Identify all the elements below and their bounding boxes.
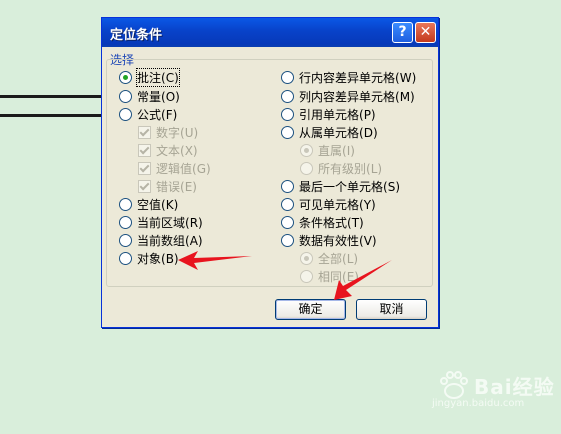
option-constants[interactable]: 常量(O)	[119, 88, 180, 104]
option-dependents[interactable]: 从属单元格(D)	[281, 124, 378, 140]
option-objects[interactable]: 对象(B)	[119, 250, 179, 266]
radio-all-levels[interactable]	[300, 161, 313, 175]
option-constants-label: 常量(O)	[137, 89, 180, 104]
option-last-cell[interactable]: 最后一个单元格(S)	[281, 178, 400, 194]
option-all-levels-label: 所有级别(L)	[318, 161, 383, 176]
arrow-to-objects-icon	[178, 251, 252, 270]
checkbox-text[interactable]: 文本(X)	[138, 142, 198, 158]
close-icon[interactable]: ✕	[415, 22, 436, 43]
title-bar[interactable]: 定位条件 ? ✕	[102, 18, 438, 47]
checkbox-text-box[interactable]	[138, 143, 151, 157]
radio-direct-only[interactable]	[300, 143, 313, 157]
radio-current-array[interactable]	[119, 233, 132, 247]
option-row-differences-label: 行内容差异单元格(W)	[299, 70, 417, 85]
option-current-array-label: 当前数组(A)	[137, 233, 203, 248]
watermark-text: Bai经验	[474, 375, 555, 399]
option-precedents[interactable]: 引用单元格(P)	[281, 106, 376, 122]
option-comments-label: 批注(C)	[136, 67, 180, 87]
option-blanks[interactable]: 空值(K)	[119, 196, 178, 212]
radio-conditional-formats[interactable]	[281, 215, 294, 229]
checkbox-errors-box[interactable]	[138, 179, 151, 193]
dialog-title: 定位条件	[110, 28, 163, 43]
radio-precedents[interactable]	[281, 107, 294, 121]
arrow-to-ok-shape	[334, 260, 392, 300]
option-direct-only[interactable]: 直属(I)	[300, 142, 355, 158]
option-current-array[interactable]: 当前数组(A)	[119, 232, 203, 248]
checkbox-numbers[interactable]: 数字(U)	[138, 124, 198, 140]
radio-dependents[interactable]	[281, 125, 294, 139]
radio-formulas[interactable]	[119, 107, 132, 121]
baidu-paw-icon	[440, 371, 468, 399]
option-row-differences[interactable]: 行内容差异单元格(W)	[281, 69, 416, 85]
radio-current-region[interactable]	[119, 215, 132, 229]
option-precedents-label: 引用单元格(P)	[299, 107, 376, 122]
option-all-levels[interactable]: 所有级别(L)	[300, 160, 382, 176]
option-formulas[interactable]: 公式(F)	[119, 106, 177, 122]
option-formulas-label: 公式(F)	[137, 107, 178, 122]
option-direct-only-label: 直属(I)	[318, 143, 355, 158]
radio-objects[interactable]	[119, 251, 132, 265]
radio-validation-same[interactable]	[300, 269, 313, 283]
checkbox-errors-label: 错误(E)	[156, 179, 197, 194]
help-icon[interactable]: ?	[392, 22, 413, 43]
checkbox-errors[interactable]: 错误(E)	[138, 178, 197, 194]
radio-constants[interactable]	[119, 89, 132, 103]
option-current-region-label: 当前区域(R)	[137, 215, 203, 230]
option-data-validation-label: 数据有效性(V)	[299, 233, 377, 248]
radio-validation-all[interactable]	[300, 251, 313, 265]
checkbox-logicals-label: 逻辑值(G)	[156, 161, 211, 176]
watermark-url: jingyan.baidu.com	[432, 398, 525, 409]
checkbox-numbers-box[interactable]	[138, 125, 151, 139]
checkbox-text-label: 文本(X)	[156, 143, 198, 158]
option-comments[interactable]: 批注(C)	[119, 67, 180, 87]
background-line-top	[0, 95, 104, 98]
baidu-watermark: Bai经验 jingyan.baidu.com	[430, 368, 560, 412]
option-objects-label: 对象(B)	[137, 251, 179, 266]
checkbox-logicals-box[interactable]	[138, 161, 151, 175]
arrow-to-ok-icon	[334, 260, 392, 300]
option-dependents-label: 从属单元格(D)	[299, 125, 378, 140]
option-conditional-formats[interactable]: 条件格式(T)	[281, 214, 364, 230]
option-column-differences[interactable]: 列内容差异单元格(M)	[281, 88, 415, 104]
radio-blanks[interactable]	[119, 197, 132, 211]
checkbox-logicals[interactable]: 逻辑值(G)	[138, 160, 211, 176]
radio-last-cell[interactable]	[281, 179, 294, 193]
option-current-region[interactable]: 当前区域(R)	[119, 214, 203, 230]
radio-comments[interactable]	[119, 70, 132, 84]
radio-data-validation[interactable]	[281, 233, 294, 247]
option-conditional-formats-label: 条件格式(T)	[299, 215, 364, 230]
radio-column-differences[interactable]	[281, 89, 294, 103]
option-last-cell-label: 最后一个单元格(S)	[299, 179, 400, 194]
checkbox-numbers-label: 数字(U)	[156, 125, 199, 140]
arrow-to-objects-shape	[178, 251, 252, 270]
radio-row-differences[interactable]	[281, 70, 294, 84]
option-blanks-label: 空值(K)	[137, 197, 179, 212]
background-line-bottom	[0, 114, 104, 117]
option-visible-cells[interactable]: 可见单元格(Y)	[281, 196, 376, 212]
option-column-differences-label: 列内容差异单元格(M)	[299, 89, 415, 104]
option-visible-cells-label: 可见单元格(Y)	[299, 197, 376, 212]
option-data-validation[interactable]: 数据有效性(V)	[281, 232, 377, 248]
radio-visible-cells[interactable]	[281, 197, 294, 211]
